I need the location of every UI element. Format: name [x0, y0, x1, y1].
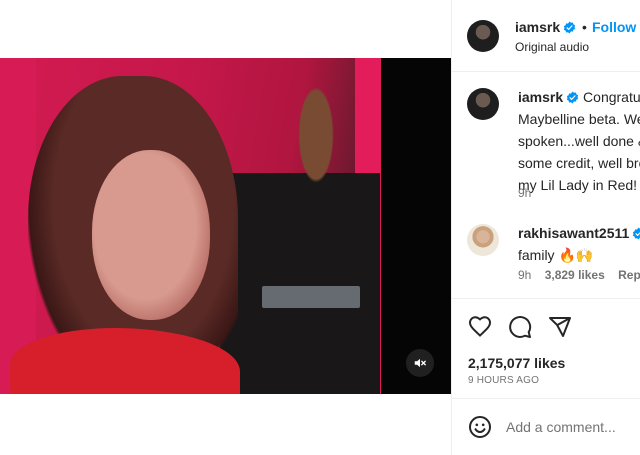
- comment-timestamp[interactable]: 9h: [518, 186, 531, 200]
- audio-label[interactable]: Original audio: [515, 40, 589, 54]
- header-separator: •: [582, 19, 587, 35]
- comment-input[interactable]: [506, 416, 636, 438]
- verified-badge-icon: [567, 91, 579, 104]
- comment-text-line: family 🔥🙌: [518, 247, 594, 263]
- comment-text-line: some credit, well bro: [518, 155, 640, 171]
- emoji-icon[interactable]: [468, 415, 492, 439]
- follow-button[interactable]: Follow: [592, 19, 636, 35]
- comment-item: iamsrk Congratul Maybelline beta. We spo…: [518, 86, 640, 196]
- comment-text-line: spoken...well done &: [518, 133, 640, 149]
- likes-count[interactable]: 2,175,077 likes: [468, 355, 565, 371]
- comment-username-text[interactable]: iamsrk: [518, 89, 563, 105]
- comment-likes[interactable]: 3,829 likes: [545, 268, 605, 282]
- post-video[interactable]: [0, 58, 451, 394]
- verified-badge-icon: [633, 227, 640, 240]
- post-side-panel: iamsrk • Follow Original audio iamsrk Co…: [451, 0, 640, 455]
- heart-icon[interactable]: [468, 315, 492, 339]
- comment-username[interactable]: rakhisawant2511: [518, 225, 640, 241]
- author-username-text[interactable]: iamsrk: [515, 19, 560, 35]
- comment-text-line: my Lil Lady in Red!: [518, 177, 638, 193]
- share-icon[interactable]: [548, 315, 572, 339]
- comment-icon[interactable]: [508, 315, 532, 339]
- comment-avatar[interactable]: [467, 88, 499, 120]
- comment-timestamp[interactable]: 9h: [518, 268, 531, 282]
- comment-item: rakhisawant2511 family 🔥🙌: [518, 222, 640, 266]
- comment-avatar[interactable]: [467, 224, 499, 256]
- verified-badge-icon: [564, 21, 576, 34]
- reply-button[interactable]: Reply: [618, 268, 640, 282]
- post-actions: 2,175,077 likes 9 HOURS AGO: [452, 298, 640, 398]
- video-shirt-print: [262, 286, 360, 308]
- comment-text-line: Maybelline beta. We: [518, 111, 640, 127]
- speaker-muted-icon[interactable]: [406, 349, 434, 377]
- author-avatar[interactable]: [467, 20, 499, 52]
- post-media-area: [0, 0, 451, 455]
- comment-meta: 9h 3,829 likes Reply: [518, 268, 640, 282]
- comment-text-line: Congratul: [583, 89, 640, 105]
- video-dark-edge: [381, 58, 451, 394]
- post-time-ago: 9 HOURS AGO: [468, 375, 540, 386]
- comment-username[interactable]: iamsrk: [518, 89, 579, 105]
- post-header: iamsrk • Follow Original audio: [452, 0, 640, 72]
- comments-list: iamsrk Congratul Maybelline beta. We spo…: [452, 72, 640, 298]
- add-comment-bar: [452, 398, 640, 455]
- video-person-background: [220, 78, 380, 394]
- comment-username-text[interactable]: rakhisawant2511: [518, 225, 629, 241]
- author-username[interactable]: iamsrk: [515, 19, 576, 35]
- video-person-face: [92, 150, 210, 320]
